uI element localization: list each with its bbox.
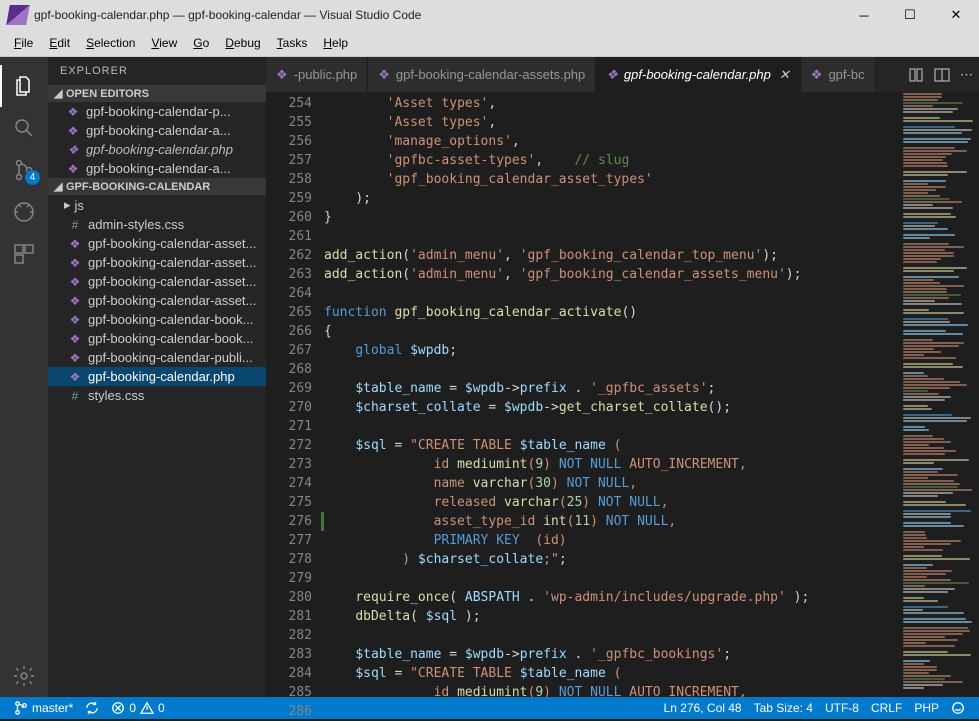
error-icon bbox=[111, 701, 125, 715]
status-bar: master* 0 0 Ln 276, Col 48 Tab Size: 4 U… bbox=[0, 697, 979, 719]
git-branch-icon bbox=[14, 701, 28, 715]
window-minimize-button[interactable]: ─ bbox=[841, 0, 887, 30]
files-icon bbox=[12, 74, 36, 98]
minimap[interactable] bbox=[899, 92, 979, 697]
status-feedback[interactable] bbox=[945, 701, 971, 715]
menu-edit[interactable]: Edit bbox=[41, 36, 78, 50]
file-item[interactable]: #styles.css bbox=[48, 386, 266, 405]
file-item[interactable]: ❖gpf-booking-calendar-asset... bbox=[48, 272, 266, 291]
php-file-icon: ❖ bbox=[66, 105, 80, 119]
menu-selection[interactable]: Selection bbox=[78, 36, 143, 50]
title-bar: gpf-booking-calendar.php — gpf-booking-c… bbox=[0, 0, 979, 30]
status-indent[interactable]: Tab Size: 4 bbox=[748, 701, 819, 715]
close-tab-icon[interactable]: ✕ bbox=[779, 67, 790, 83]
file-item[interactable]: ❖gpf-booking-calendar-book... bbox=[48, 329, 266, 348]
menu-file[interactable]: File bbox=[6, 36, 41, 50]
css-file-icon: # bbox=[68, 389, 82, 403]
smiley-icon bbox=[951, 701, 965, 715]
status-language[interactable]: PHP bbox=[908, 701, 945, 715]
php-file-icon: ❖ bbox=[811, 67, 823, 83]
sync-icon bbox=[85, 701, 99, 715]
status-eol[interactable]: CRLF bbox=[865, 701, 908, 715]
code-editor[interactable]: 'Asset types', 'Asset types', 'manage_op… bbox=[324, 92, 899, 697]
status-problems[interactable]: 0 0 bbox=[105, 701, 170, 715]
menu-tasks[interactable]: Tasks bbox=[269, 36, 316, 50]
open-editor-item[interactable]: ❖gpf-booking-calendar-a... bbox=[48, 121, 266, 140]
php-file-icon: ❖ bbox=[68, 294, 82, 308]
search-icon bbox=[12, 116, 36, 140]
php-file-icon: ❖ bbox=[68, 256, 82, 270]
status-encoding[interactable]: UTF-8 bbox=[819, 701, 865, 715]
chevron-right-icon: ▸ bbox=[64, 197, 71, 213]
menu-debug[interactable]: Debug bbox=[217, 36, 268, 50]
activity-bar: 4 bbox=[0, 57, 48, 697]
file-item[interactable]: ❖gpf-booking-calendar-asset... bbox=[48, 253, 266, 272]
menu-help[interactable]: Help bbox=[315, 36, 356, 50]
php-file-icon: ❖ bbox=[68, 275, 82, 289]
gear-icon bbox=[12, 664, 36, 688]
php-file-icon: ❖ bbox=[68, 237, 82, 251]
sidebar-title: EXPLORER bbox=[48, 57, 266, 85]
sidebar: EXPLORER ◢OPEN EDITORS ❖gpf-booking-cale… bbox=[48, 57, 266, 697]
menu-go[interactable]: Go bbox=[185, 36, 217, 50]
file-item[interactable]: #admin-styles.css bbox=[48, 215, 266, 234]
editor-tabs: ❖-public.php❖gpf-booking-calendar-assets… bbox=[266, 57, 979, 92]
php-file-icon: ❖ bbox=[68, 351, 82, 365]
activity-scm[interactable]: 4 bbox=[0, 149, 48, 191]
extensions-icon bbox=[12, 242, 36, 266]
status-sync[interactable] bbox=[79, 701, 105, 715]
menu-view[interactable]: View bbox=[143, 36, 185, 50]
status-cursor[interactable]: Ln 276, Col 48 bbox=[658, 701, 748, 715]
php-file-icon: ❖ bbox=[606, 67, 618, 83]
open-editor-item[interactable]: ❖gpf-booking-calendar-p... bbox=[48, 102, 266, 121]
scm-badge: 4 bbox=[25, 170, 40, 185]
vscode-logo-icon bbox=[6, 5, 30, 25]
php-file-icon: ❖ bbox=[68, 370, 82, 384]
menu-bar: File Edit Selection View Go Debug Tasks … bbox=[0, 30, 979, 57]
php-file-icon: ❖ bbox=[66, 124, 80, 138]
folder-item[interactable]: ▸js bbox=[48, 195, 266, 215]
more-actions-icon[interactable]: ⋯ bbox=[960, 67, 973, 83]
status-branch[interactable]: master* bbox=[8, 701, 79, 715]
editor-tab[interactable]: ❖-public.php bbox=[266, 57, 368, 92]
activity-search[interactable] bbox=[0, 107, 48, 149]
line-numbers: 2542552562572582592602612622632642652662… bbox=[266, 92, 324, 697]
open-editor-item[interactable]: ❖gpf-booking-calendar.php bbox=[48, 140, 266, 159]
file-item[interactable]: ❖gpf-booking-calendar-publi... bbox=[48, 348, 266, 367]
activity-explorer[interactable] bbox=[0, 65, 48, 107]
split-editor-icon[interactable] bbox=[934, 67, 950, 83]
php-file-icon: ❖ bbox=[68, 313, 82, 327]
file-item[interactable]: ❖gpf-booking-calendar-book... bbox=[48, 310, 266, 329]
php-file-icon: ❖ bbox=[378, 67, 390, 83]
activity-extensions[interactable] bbox=[0, 233, 48, 275]
editor-tab[interactable]: ❖gpf-booking-calendar-assets.php bbox=[368, 57, 596, 92]
open-editor-item[interactable]: ❖gpf-booking-calendar-a... bbox=[48, 159, 266, 178]
file-item[interactable]: ❖gpf-booking-calendar-asset... bbox=[48, 291, 266, 310]
editor-tab[interactable]: ❖gpf-booking-calendar.php✕ bbox=[596, 57, 801, 92]
warning-icon bbox=[140, 701, 154, 715]
editor-tab[interactable]: ❖gpf-bc bbox=[801, 57, 876, 92]
activity-debug[interactable] bbox=[0, 191, 48, 233]
file-item[interactable]: ❖gpf-booking-calendar.php bbox=[48, 367, 266, 386]
window-controls: ─ ☐ ✕ bbox=[841, 0, 979, 30]
php-file-icon: ❖ bbox=[276, 67, 288, 83]
compare-changes-icon[interactable] bbox=[908, 67, 924, 83]
php-file-icon: ❖ bbox=[68, 332, 82, 346]
debug-icon bbox=[12, 200, 36, 224]
file-item[interactable]: ❖gpf-booking-calendar-asset... bbox=[48, 234, 266, 253]
window-maximize-button[interactable]: ☐ bbox=[887, 0, 933, 30]
window-close-button[interactable]: ✕ bbox=[933, 0, 979, 30]
css-file-icon: # bbox=[68, 218, 82, 232]
activity-settings[interactable] bbox=[0, 655, 48, 697]
folder-header[interactable]: ◢GPF-BOOKING-CALENDAR bbox=[48, 178, 266, 195]
open-editors-header[interactable]: ◢OPEN EDITORS bbox=[48, 85, 266, 102]
window-title: gpf-booking-calendar.php — gpf-booking-c… bbox=[34, 8, 841, 22]
php-file-icon: ❖ bbox=[66, 143, 80, 157]
php-file-icon: ❖ bbox=[66, 162, 80, 176]
